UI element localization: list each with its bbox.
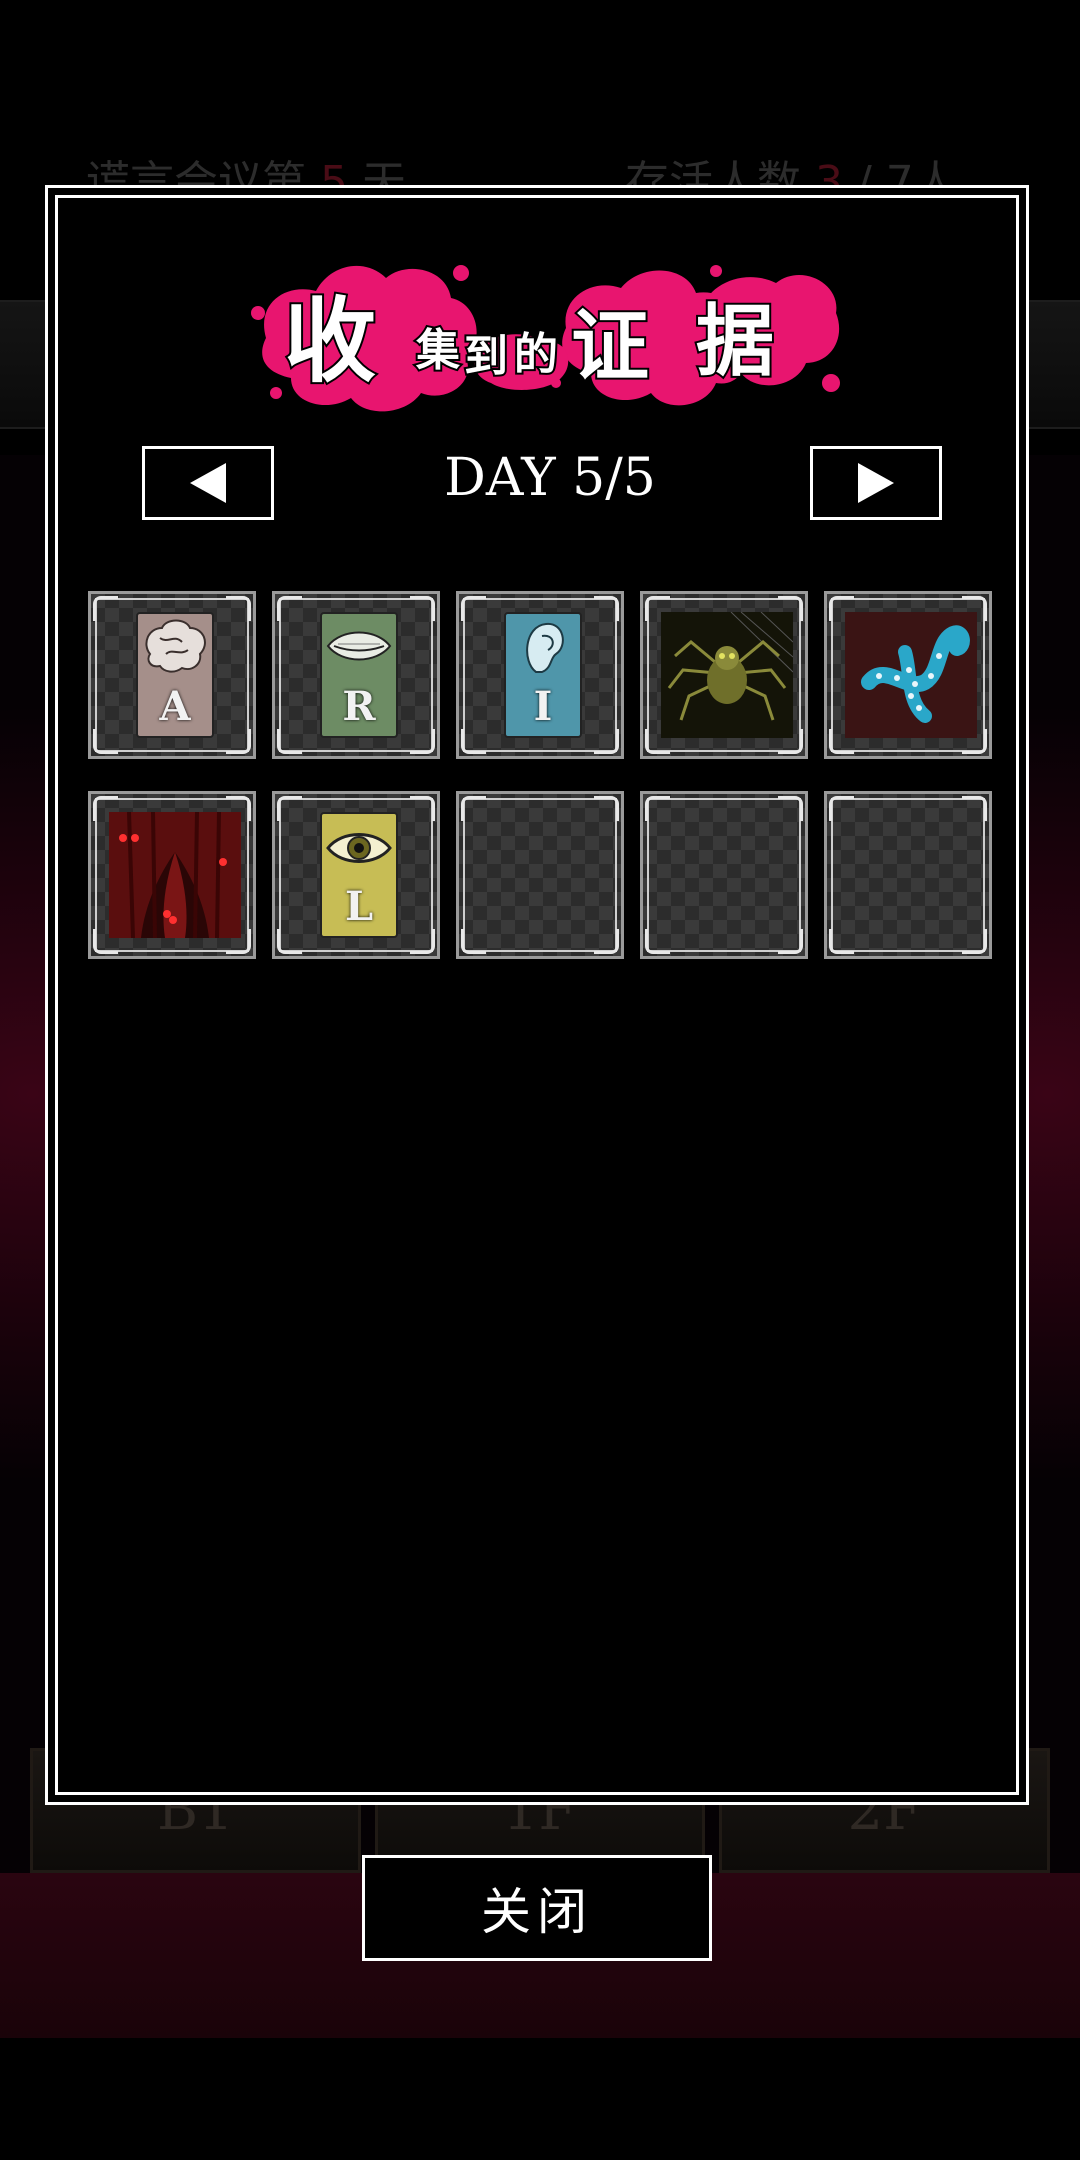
evidence-tentacle bbox=[845, 612, 977, 738]
evidence-slot-8-empty[interactable] bbox=[456, 791, 624, 959]
svg-text:集: 集 bbox=[415, 325, 460, 376]
collected-evidence-title: 收 集 到 的 证 据 bbox=[251, 265, 840, 412]
svg-text:收: 收 bbox=[284, 288, 376, 395]
left-arrow-icon bbox=[190, 463, 226, 503]
evidence-slot-5[interactable] bbox=[824, 591, 992, 759]
evidence-slot-9-empty[interactable] bbox=[640, 791, 808, 959]
ear-icon bbox=[526, 622, 564, 673]
svg-text:据: 据 bbox=[696, 297, 774, 387]
svg-text:证: 证 bbox=[571, 302, 649, 392]
evidence-spider bbox=[661, 612, 793, 738]
evidence-card-a: A bbox=[136, 612, 214, 738]
evidence-slot-1[interactable]: A bbox=[88, 591, 256, 759]
evidence-dialog: 收 集 到 的 证 据 DAY 5/5 A R I L bbox=[45, 185, 1029, 1805]
next-day-button[interactable] bbox=[810, 446, 942, 520]
svg-text:到: 到 bbox=[464, 331, 508, 382]
close-button[interactable]: 关闭 bbox=[362, 1855, 712, 1961]
evidence-card-l: L bbox=[320, 812, 398, 938]
svg-text:的: 的 bbox=[514, 329, 558, 380]
dialog-inner-frame: 收 集 到 的 证 据 DAY 5/5 A R I L bbox=[55, 195, 1019, 1795]
spider-icon bbox=[667, 612, 793, 721]
evidence-slot-3[interactable]: I bbox=[456, 591, 624, 759]
evidence-slot-2[interactable]: R bbox=[272, 591, 440, 759]
evidence-slot-6[interactable] bbox=[88, 791, 256, 959]
evidence-red-eyes bbox=[109, 812, 241, 938]
red-eyes-curtain-icon bbox=[109, 812, 241, 938]
eye-icon bbox=[326, 833, 392, 863]
previous-day-button[interactable] bbox=[142, 446, 274, 520]
day-indicator: DAY 5/5 bbox=[444, 448, 656, 508]
evidence-slot-10-empty[interactable] bbox=[824, 791, 992, 959]
evidence-card-r: R bbox=[320, 612, 398, 738]
blue-tentacle-icon bbox=[861, 625, 970, 723]
evidence-slot-4[interactable] bbox=[640, 591, 808, 759]
mouth-icon bbox=[326, 631, 392, 661]
evidence-slot-7[interactable]: L bbox=[272, 791, 440, 959]
brain-icon bbox=[145, 619, 206, 673]
evidence-card-i: I bbox=[504, 612, 582, 738]
right-arrow-icon bbox=[858, 463, 894, 503]
